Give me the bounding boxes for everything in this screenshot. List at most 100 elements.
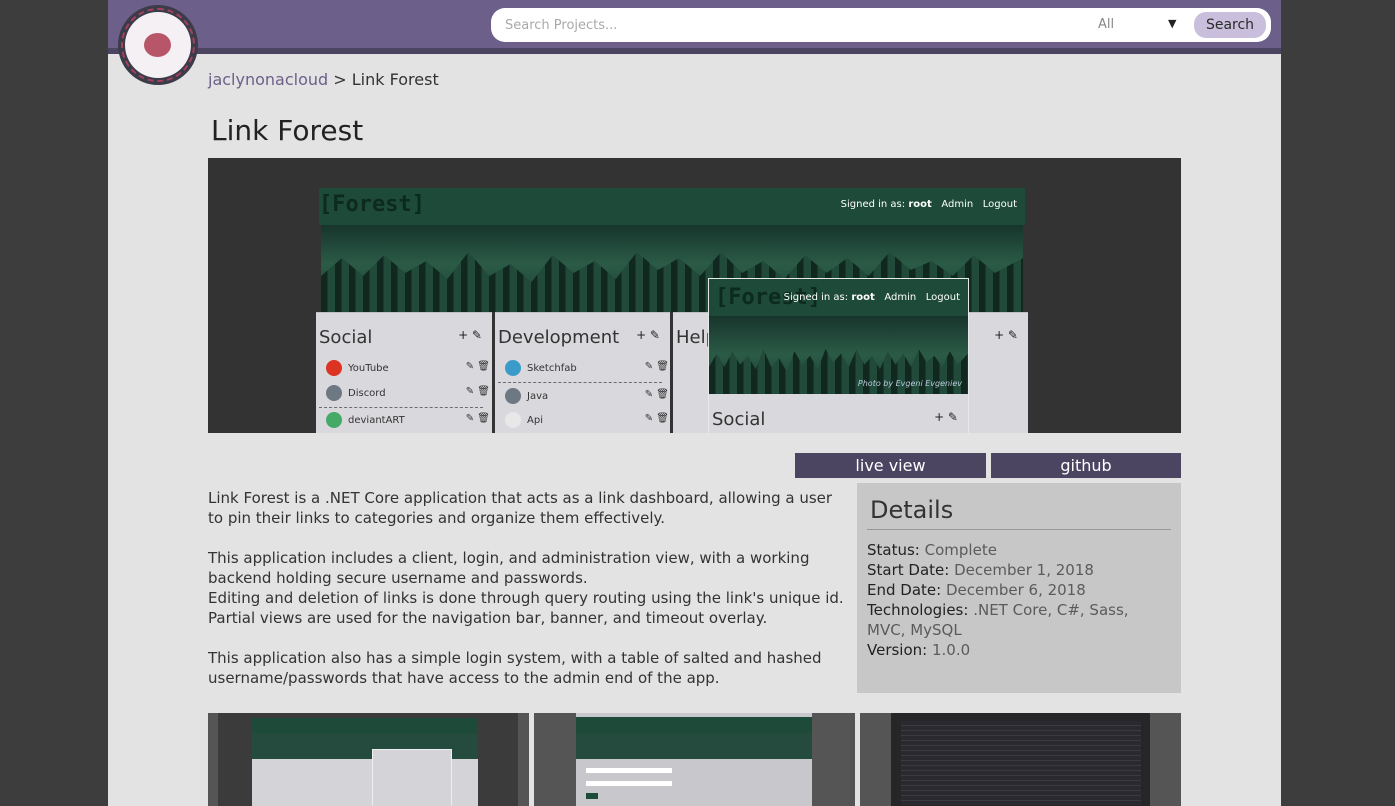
- cloud-blob-icon: [144, 33, 171, 57]
- status-row: Status: Complete: [867, 540, 1171, 560]
- overlay-signin-info: Signed in as: root Admin Logout: [784, 292, 960, 303]
- breadcrumb-separator: >: [333, 70, 347, 89]
- photo-credit: Photo by Evgeni Evgeniev: [857, 379, 962, 388]
- top-nav-bar: All ▼ Search: [108, 0, 1281, 48]
- youtube-icon: [326, 360, 342, 376]
- page: All ▼ Search jaclynonacloud > Link Fores…: [108, 0, 1281, 806]
- github-button[interactable]: github: [991, 453, 1181, 478]
- discord-icon: [326, 385, 342, 401]
- version-label: Version:: [867, 641, 928, 659]
- thumbnail-image: [218, 713, 518, 806]
- project-description: Link Forest is a .NET Core application t…: [208, 488, 848, 708]
- link-row: Java ✎ 🗑: [505, 386, 669, 406]
- category-card-development: Development + ✎ Sketchfab ✎ 🗑 Java ✎ 🗑 Api…: [495, 312, 670, 433]
- description-paragraph: This application also has a simple login…: [208, 649, 822, 687]
- description-paragraph: This application includes a client, logi…: [208, 549, 810, 587]
- overlay-banner: Photo by Evgeni Evgeniev: [709, 316, 968, 394]
- thumb-input: [586, 781, 672, 786]
- logout-link: Logout: [925, 292, 960, 303]
- admin-link: Admin: [884, 292, 917, 303]
- technologies-row: Technologies: .NET Core, C#, Sass, MVC, …: [867, 600, 1171, 640]
- add-edit-icons: + ✎: [994, 328, 1018, 342]
- link-row: Discord ✎ 🗑: [326, 383, 490, 403]
- signed-in-user: root: [908, 199, 932, 210]
- edit-delete-icons: ✎ 🗑: [465, 413, 490, 424]
- technologies-label: Technologies:: [867, 601, 969, 619]
- details-divider: [867, 529, 1171, 530]
- live-view-button[interactable]: live view: [795, 453, 986, 478]
- search-bar: All ▼ Search: [491, 8, 1271, 42]
- app-nav-bar: [Forest] Signed in as: root Admin Logout: [319, 188, 1025, 225]
- app-logo: [Forest]: [319, 192, 425, 217]
- page-title: Link Forest: [211, 114, 364, 147]
- thumb-button: [586, 793, 598, 799]
- thumb-code: [901, 721, 1141, 805]
- overlay-nav-bar: [Forest] Signed in as: root Admin Logout: [709, 279, 968, 316]
- link-row: Api ✎ 🗑: [505, 410, 669, 430]
- start-date-value: December 1, 2018: [954, 561, 1094, 579]
- site-logo[interactable]: [118, 5, 198, 85]
- divider: [319, 407, 483, 408]
- edit-delete-icons: ✎ 🗑: [465, 361, 490, 372]
- description-paragraph: Link Forest is a .NET Core application t…: [208, 489, 833, 527]
- thumb-input: [586, 768, 672, 773]
- link-label: Sketchfab: [527, 362, 577, 374]
- thumb-banner: [576, 733, 812, 759]
- dropdown-arrow-icon[interactable]: ▼: [1168, 17, 1176, 30]
- edit-delete-icons: ✎ 🗑: [465, 386, 490, 397]
- link-label: deviantART: [348, 414, 405, 426]
- end-date-row: End Date: December 6, 2018: [867, 580, 1171, 600]
- link-label: Api: [527, 414, 543, 426]
- signed-in-label: Signed in as:: [783, 292, 849, 303]
- signed-in-label: Signed in as:: [840, 199, 906, 210]
- version-row: Version: 1.0.0: [867, 640, 1171, 660]
- nav-underline: [108, 48, 1281, 54]
- add-edit-icons: + ✎: [934, 410, 958, 424]
- version-value: 1.0.0: [932, 641, 971, 659]
- description-paragraph: Editing and deletion of links is done th…: [208, 589, 844, 607]
- add-edit-icons: + ✎: [458, 328, 482, 342]
- thumbnail-image: [891, 713, 1150, 806]
- description-paragraph: Partial views are used for the navigatio…: [208, 609, 768, 627]
- category-select[interactable]: All: [1098, 17, 1178, 35]
- thumb-nav: [252, 718, 478, 734]
- search-button[interactable]: Search: [1194, 12, 1266, 38]
- gallery-thumbnails: [208, 713, 1181, 806]
- card-title: Social: [319, 327, 373, 348]
- thumbnail-3[interactable]: [860, 713, 1181, 806]
- search-input[interactable]: [505, 15, 1075, 35]
- edit-delete-icons: ✎ 🗑: [644, 413, 669, 424]
- thumbnail-2[interactable]: [534, 713, 855, 806]
- breadcrumb-current: Link Forest: [351, 70, 439, 89]
- sketchfab-icon: [505, 360, 521, 376]
- link-label: Discord: [348, 387, 386, 399]
- link-row: YouTube ✎ 🗑: [326, 358, 490, 378]
- thumb-overlay: [372, 749, 452, 806]
- start-date-row: Start Date: December 1, 2018: [867, 560, 1171, 580]
- thumbnail-image: [576, 713, 812, 806]
- add-edit-icons: + ✎: [636, 328, 660, 342]
- hero-screenshot: [Forest] Signed in as: root Admin Logout…: [208, 158, 1181, 433]
- deviantart-icon: [326, 412, 342, 428]
- logout-link: Logout: [982, 199, 1017, 210]
- status-label: Status:: [867, 541, 920, 559]
- signed-in-user: root: [851, 292, 875, 303]
- link-label: YouTube: [348, 362, 389, 374]
- admin-link: Admin: [941, 199, 974, 210]
- details-panel: Details Status: Complete Start Date: Dec…: [857, 483, 1181, 693]
- java-icon: [505, 388, 521, 404]
- card-title: Development: [498, 327, 620, 348]
- status-value: Complete: [924, 541, 997, 559]
- google-icon: [505, 412, 521, 428]
- overlay-card-title: Social: [712, 409, 766, 430]
- details-list: Status: Complete Start Date: December 1,…: [867, 540, 1171, 660]
- link-row: Sketchfab ✎ 🗑: [505, 358, 669, 378]
- edit-delete-icons: ✎ 🗑: [644, 361, 669, 372]
- start-date-label: Start Date:: [867, 561, 950, 579]
- link-label: Java: [527, 390, 549, 402]
- link-row: deviantART ✎ 🗑: [326, 410, 490, 430]
- thumbnail-1[interactable]: [208, 713, 529, 806]
- breadcrumb-user-link[interactable]: jaclynonacloud: [208, 70, 328, 89]
- app-signin-info: Signed in as: root Admin Logout: [841, 199, 1017, 210]
- details-title: Details: [870, 496, 954, 524]
